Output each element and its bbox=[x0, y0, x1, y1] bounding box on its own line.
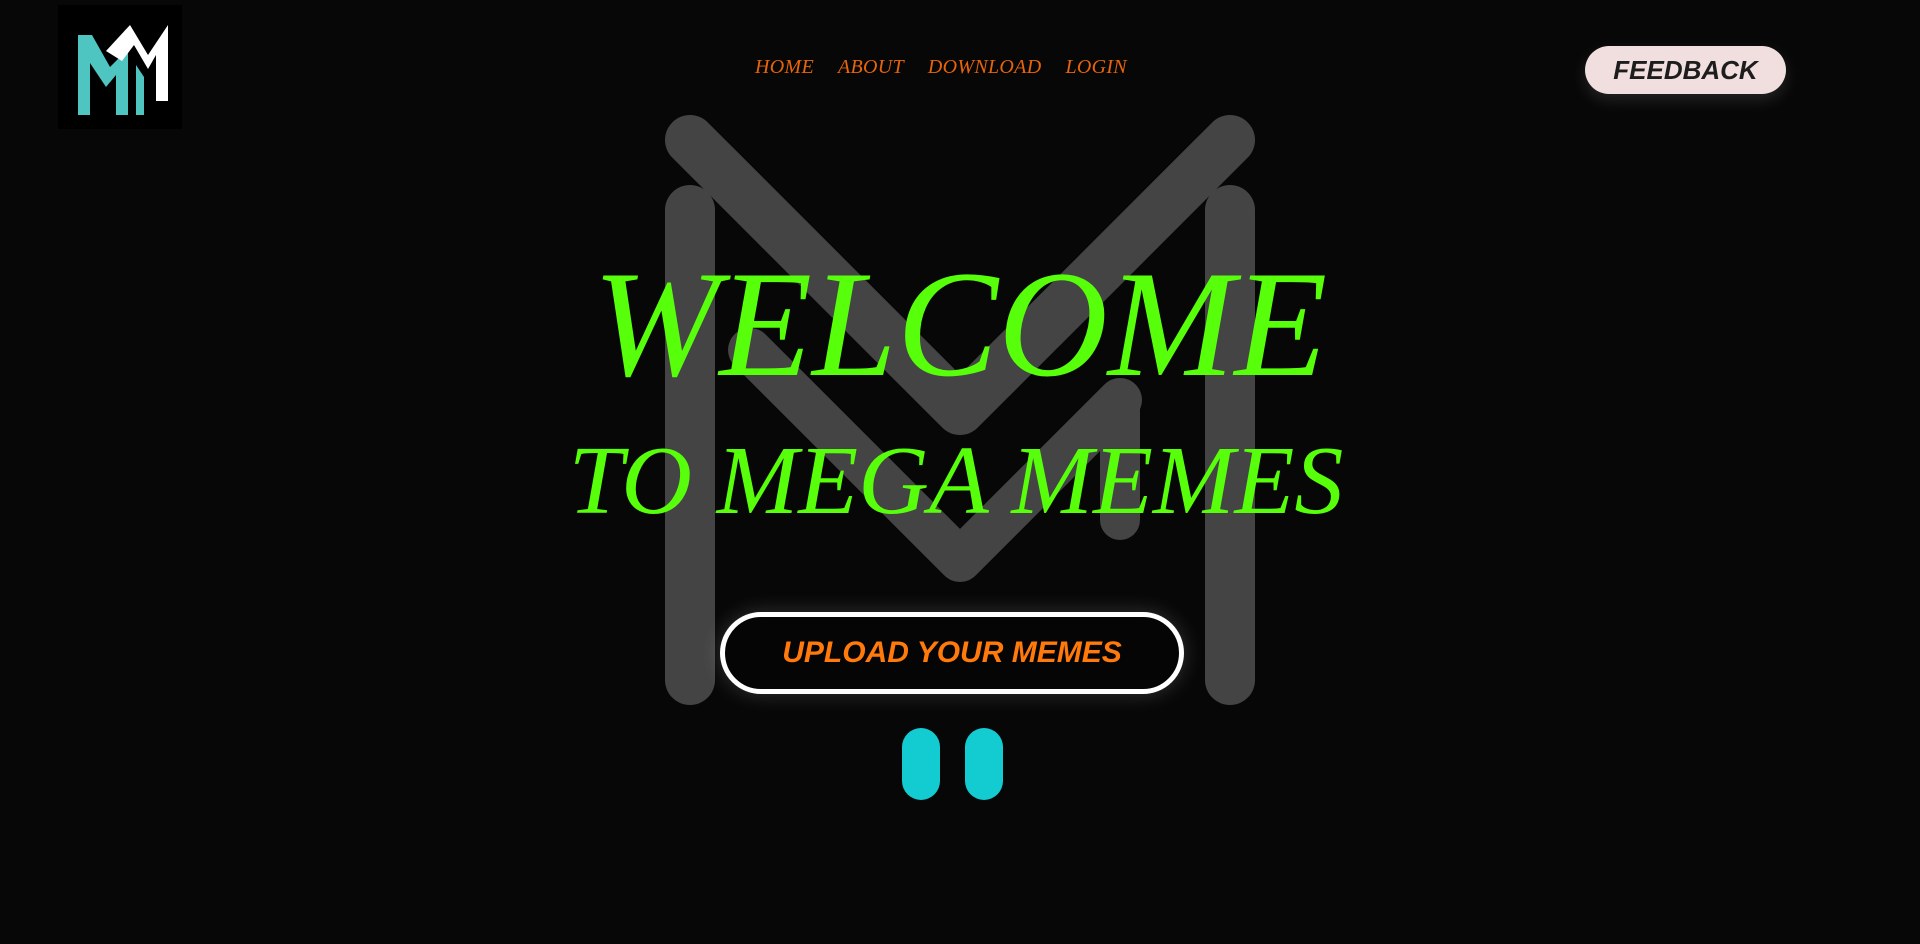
hero-subtitle: TO MEGA MEMES bbox=[568, 427, 1344, 535]
pause-button[interactable] bbox=[902, 728, 1004, 800]
nav-home-link[interactable]: HOME bbox=[755, 56, 814, 79]
pause-icon bbox=[902, 728, 940, 800]
main-nav: HOME ABOUT DOWNLOAD LOGIN bbox=[755, 56, 1127, 79]
nav-download-link[interactable]: DOWNLOAD bbox=[928, 56, 1042, 79]
nav-login-link[interactable]: LOGIN bbox=[1065, 56, 1127, 79]
nav-about-link[interactable]: ABOUT bbox=[838, 56, 904, 79]
hero-title: WELCOME bbox=[592, 240, 1328, 408]
landing-page: HOME ABOUT DOWNLOAD LOGIN FEEDBACK WELCO… bbox=[0, 0, 1920, 944]
pause-icon-bar bbox=[965, 728, 1003, 800]
site-logo[interactable] bbox=[58, 5, 182, 129]
upload-memes-button[interactable]: UPLOAD YOUR MEMES bbox=[720, 612, 1184, 694]
mm-monogram-icon bbox=[78, 25, 168, 115]
feedback-button[interactable]: FEEDBACK bbox=[1585, 46, 1786, 94]
